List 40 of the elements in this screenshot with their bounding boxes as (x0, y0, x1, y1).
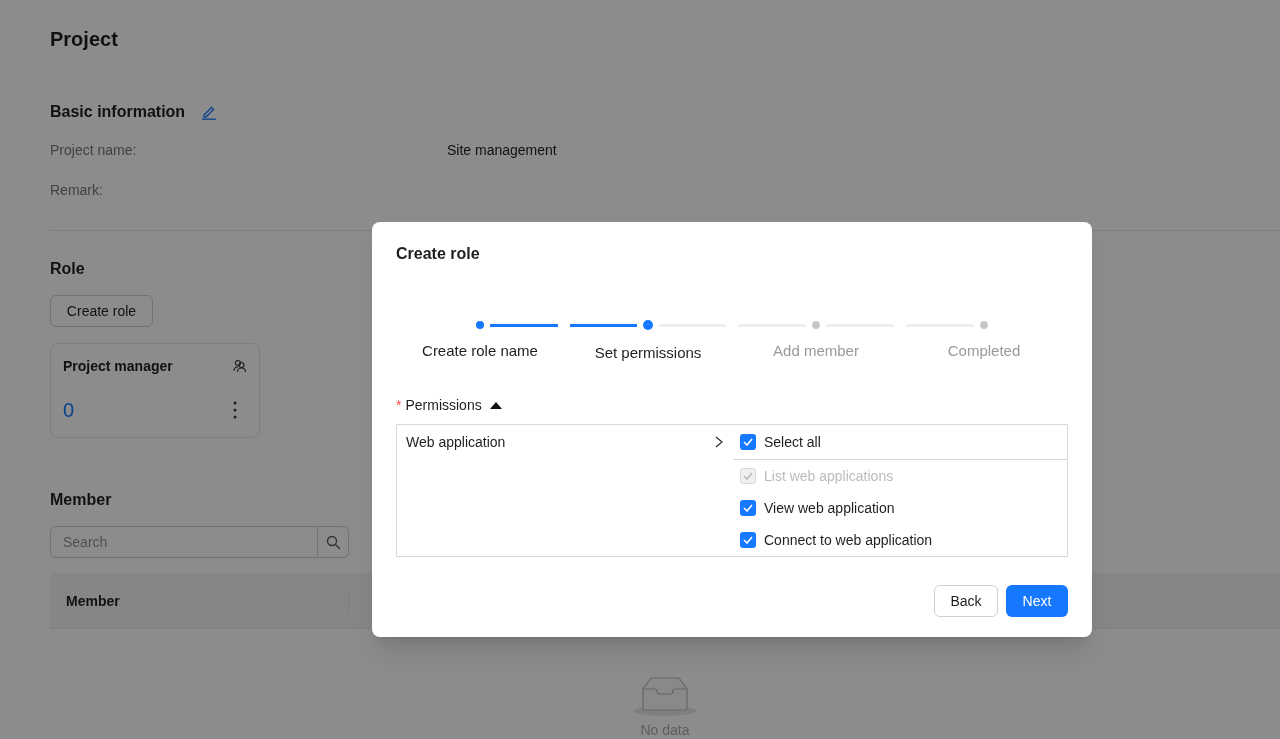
back-button[interactable]: Back (934, 584, 998, 617)
field-label: Project name: (50, 141, 138, 160)
step-label: Completed (947, 341, 1021, 361)
chevron-right-icon[interactable] (715, 435, 723, 448)
checkbox-label[interactable]: Select all (764, 431, 821, 452)
search-field[interactable]: Search (50, 526, 318, 558)
required-mark: * (396, 395, 402, 415)
column-header: Member (50, 589, 349, 612)
step-label: Set permissions (594, 343, 702, 363)
search-button[interactable] (318, 526, 349, 558)
next-button[interactable]: Next (1006, 584, 1068, 617)
search-icon (325, 534, 341, 550)
users-icon[interactable] (233, 359, 247, 373)
collapse-caret-icon[interactable] (489, 400, 502, 409)
role-card[interactable]: Project manager 0 (50, 343, 260, 438)
more-icon[interactable] (233, 401, 237, 419)
checkmark-icon (743, 437, 753, 446)
section-title: Basic information (50, 102, 186, 122)
create-role-button[interactable]: Create role (50, 295, 153, 327)
section-title: Member (50, 490, 112, 508)
checkmark-icon (743, 535, 753, 544)
section-title: Role (50, 259, 86, 279)
checkbox[interactable] (740, 531, 756, 548)
field-label: Permissions (405, 395, 482, 415)
checkmark-icon (743, 471, 753, 480)
field-value: Site management (447, 141, 557, 160)
empty-inbox-icon (633, 675, 697, 717)
dialog-title: Create role (396, 244, 481, 264)
checkbox-label[interactable]: Connect to web application (764, 529, 933, 550)
step-label: Add member (773, 341, 859, 361)
checkmark-icon (743, 503, 753, 512)
checkbox[interactable] (740, 433, 756, 450)
checkbox-label: List web applications (764, 466, 894, 486)
step-label: Create role name (422, 341, 538, 361)
field-label: Remark: (50, 181, 104, 200)
edit-icon[interactable] (201, 104, 218, 120)
checkbox-label[interactable]: View web application (764, 497, 895, 518)
checkbox[interactable] (740, 499, 756, 516)
page-title: Project (50, 27, 119, 52)
role-name: Project manager (63, 357, 173, 376)
